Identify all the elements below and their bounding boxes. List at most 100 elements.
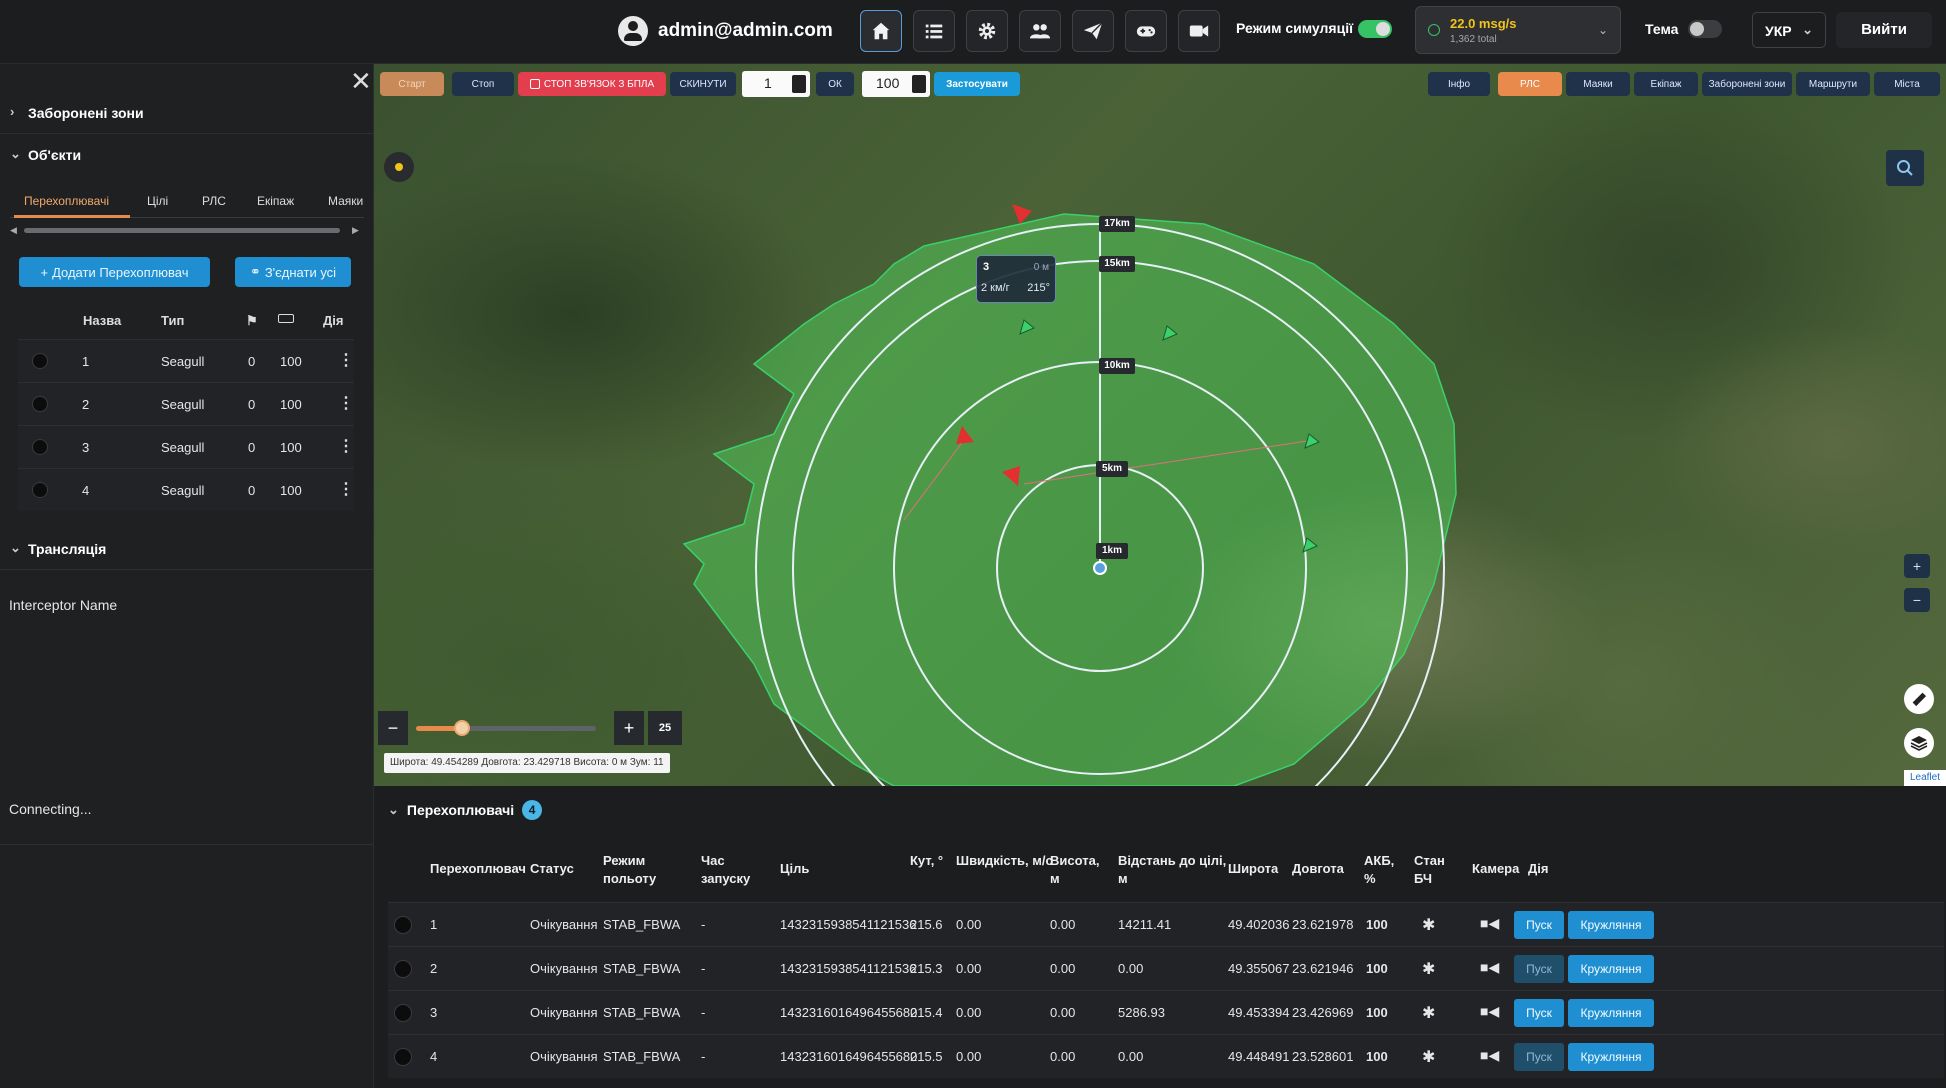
stepper-icon[interactable] [912,75,926,93]
section-broadcast[interactable]: ⌄ Трансляція [0,528,374,570]
user-menu[interactable]: admin@admin.com [618,12,833,50]
info-layer-button[interactable]: Інфо [1428,72,1490,96]
tab-interceptors[interactable]: Перехоплювачі [24,194,109,208]
object-battery: 100 [280,440,302,455]
count-input[interactable]: 1 [742,71,810,97]
logout-button[interactable]: Вийти [1836,12,1932,48]
layers-button[interactable] [1904,728,1934,758]
theme-toggle[interactable] [1688,20,1722,38]
panel-header[interactable]: ⌄ Перехоплювачі 4 [388,800,543,820]
tab-beacons[interactable]: Маяки [328,194,363,208]
video-button[interactable] [1178,10,1220,52]
loiter-button[interactable]: Кружляння [1568,1043,1654,1071]
radar-station-marker[interactable] [1093,561,1107,575]
button-label: Додати Перехоплювач [52,264,189,280]
camera-icon[interactable]: ■◀ [1480,959,1499,976]
table-row[interactable]: 2 Seagull 0 100 ⋮ [18,382,354,425]
ruler-button[interactable] [1904,684,1934,714]
status-dot [32,482,48,498]
start-button[interactable]: Старт [380,72,444,96]
close-icon[interactable]: ✕ [350,68,372,94]
more-options-icon[interactable]: ⋮ [338,393,354,413]
zones-layer-button[interactable]: Заборонені зони [1702,72,1792,96]
cities-layer-button[interactable]: Міста [1874,72,1940,96]
section-title: Трансляція [28,541,107,557]
map-zoom-out-button[interactable]: − [1904,588,1930,612]
home-button[interactable] [860,10,902,52]
loiter-button[interactable]: Кружляння [1568,955,1654,983]
radar-layer-button[interactable]: РЛС [1498,72,1562,96]
ok-button[interactable]: ОК [816,72,854,96]
launch-button[interactable]: Пуск [1514,955,1564,983]
stop-link-button[interactable]: СТОП ЗВ'ЯЗОК З БПЛА [518,72,666,96]
message-rate-dropdown[interactable]: 22.0 msg/s 1,362 total ⌄ [1415,6,1621,54]
location-dot-icon [395,163,403,171]
connect-all-button[interactable]: ⚭ З'єднати усі [235,257,351,287]
scroll-thumb[interactable] [24,228,340,233]
launch-button[interactable]: Пуск [1514,999,1564,1027]
settings-button[interactable] [966,10,1008,52]
column-flight-mode: Режим польоту [603,853,657,886]
stepper-icon[interactable] [792,75,806,93]
more-options-icon[interactable]: ⋮ [338,350,354,370]
value-input[interactable]: 100 [862,71,930,97]
map-view[interactable]: 17km 15km 10km 5km 1km 3 0 м 2 км/г 215°… [374,64,1946,786]
add-interceptor-button[interactable]: + Додати Перехоплювач [19,257,210,287]
tabs-scrollbar[interactable]: ◀ ▶ [10,225,362,235]
section-forbidden-zones[interactable]: › Заборонені зони [0,92,374,134]
more-options-icon[interactable]: ⋮ [338,479,354,499]
slider-track[interactable] [416,726,596,731]
section-title: Заборонені зони [28,105,144,121]
language-select[interactable]: УКР ⌄ [1752,12,1826,48]
section-objects[interactable]: ⌄ Об'єкти [0,134,374,176]
location-button[interactable] [384,152,414,182]
camera-icon[interactable]: ■◀ [1480,915,1499,932]
row-launch: - [701,961,706,976]
launch-button[interactable]: Пуск [1514,911,1564,939]
users-button[interactable] [1019,10,1061,52]
map-search-button[interactable] [1886,150,1924,186]
target-marker[interactable] [1012,204,1032,224]
table-row[interactable]: 3 Seagull 0 100 ⋮ [18,425,354,468]
table-row[interactable]: 2 Очікування STAB_FBWA - 1432315938541121536… [388,946,1944,990]
tab-crew[interactable]: Екіпаж [257,194,294,208]
reset-button[interactable]: СКИНУТИ [670,72,736,96]
table-row[interactable]: 4 Seagull 0 100 ⋮ [18,468,354,511]
stop-button[interactable]: Стоп [452,72,514,96]
more-options-icon[interactable]: ⋮ [338,436,354,456]
table-header: Перехоплювач Статус Режим польоту Час за… [388,830,1944,902]
timeline-slider[interactable]: − + 25 [378,711,694,749]
ruler-icon [1912,692,1927,707]
column-action: Дія [1528,861,1549,876]
gamepad-button[interactable] [1125,10,1167,52]
table-row[interactable]: 3 Очікування STAB_FBWA - 1432316016496455680… [388,990,1944,1034]
row-angle: 215.5 [910,1049,943,1064]
leaflet-attribution-link[interactable]: Leaflet [1903,770,1946,786]
tab-targets[interactable]: Цілі [147,194,168,208]
loiter-button[interactable]: Кружляння [1568,911,1654,939]
flag-icon: ⚑ [246,313,258,328]
loiter-button[interactable]: Кружляння [1568,999,1654,1027]
slider-thumb[interactable] [454,720,470,736]
table-row[interactable]: 1 Очікування STAB_FBWA - 1432315938541121536… [388,902,1944,946]
table-row[interactable]: 4 Очікування STAB_FBWA - 1432316016496455680… [388,1034,1944,1078]
camera-icon[interactable]: ■◀ [1480,1003,1499,1020]
slider-plus-button[interactable]: + [614,711,644,745]
apply-button[interactable]: Застосувати [934,72,1020,96]
list-button[interactable] [913,10,955,52]
camera-icon[interactable]: ■◀ [1480,1047,1499,1064]
beacons-layer-button[interactable]: Маяки [1566,72,1630,96]
table-row[interactable]: 1 Seagull 0 100 ⋮ [18,339,354,382]
scroll-right-icon[interactable]: ▶ [352,225,359,236]
scroll-left-icon[interactable]: ◀ [10,225,17,236]
launch-button[interactable]: Пуск [1514,1043,1564,1071]
tab-radar[interactable]: РЛС [202,194,226,208]
column-camera: Камера [1472,861,1520,876]
slider-minus-button[interactable]: − [378,711,408,745]
map-zoom-in-button[interactable]: + [1904,554,1930,578]
routes-layer-button[interactable]: Маршрути [1796,72,1870,96]
crew-layer-button[interactable]: Екіпаж [1634,72,1698,96]
simulation-toggle[interactable] [1358,20,1392,38]
send-button[interactable] [1072,10,1114,52]
row-mode: STAB_FBWA [603,961,681,976]
